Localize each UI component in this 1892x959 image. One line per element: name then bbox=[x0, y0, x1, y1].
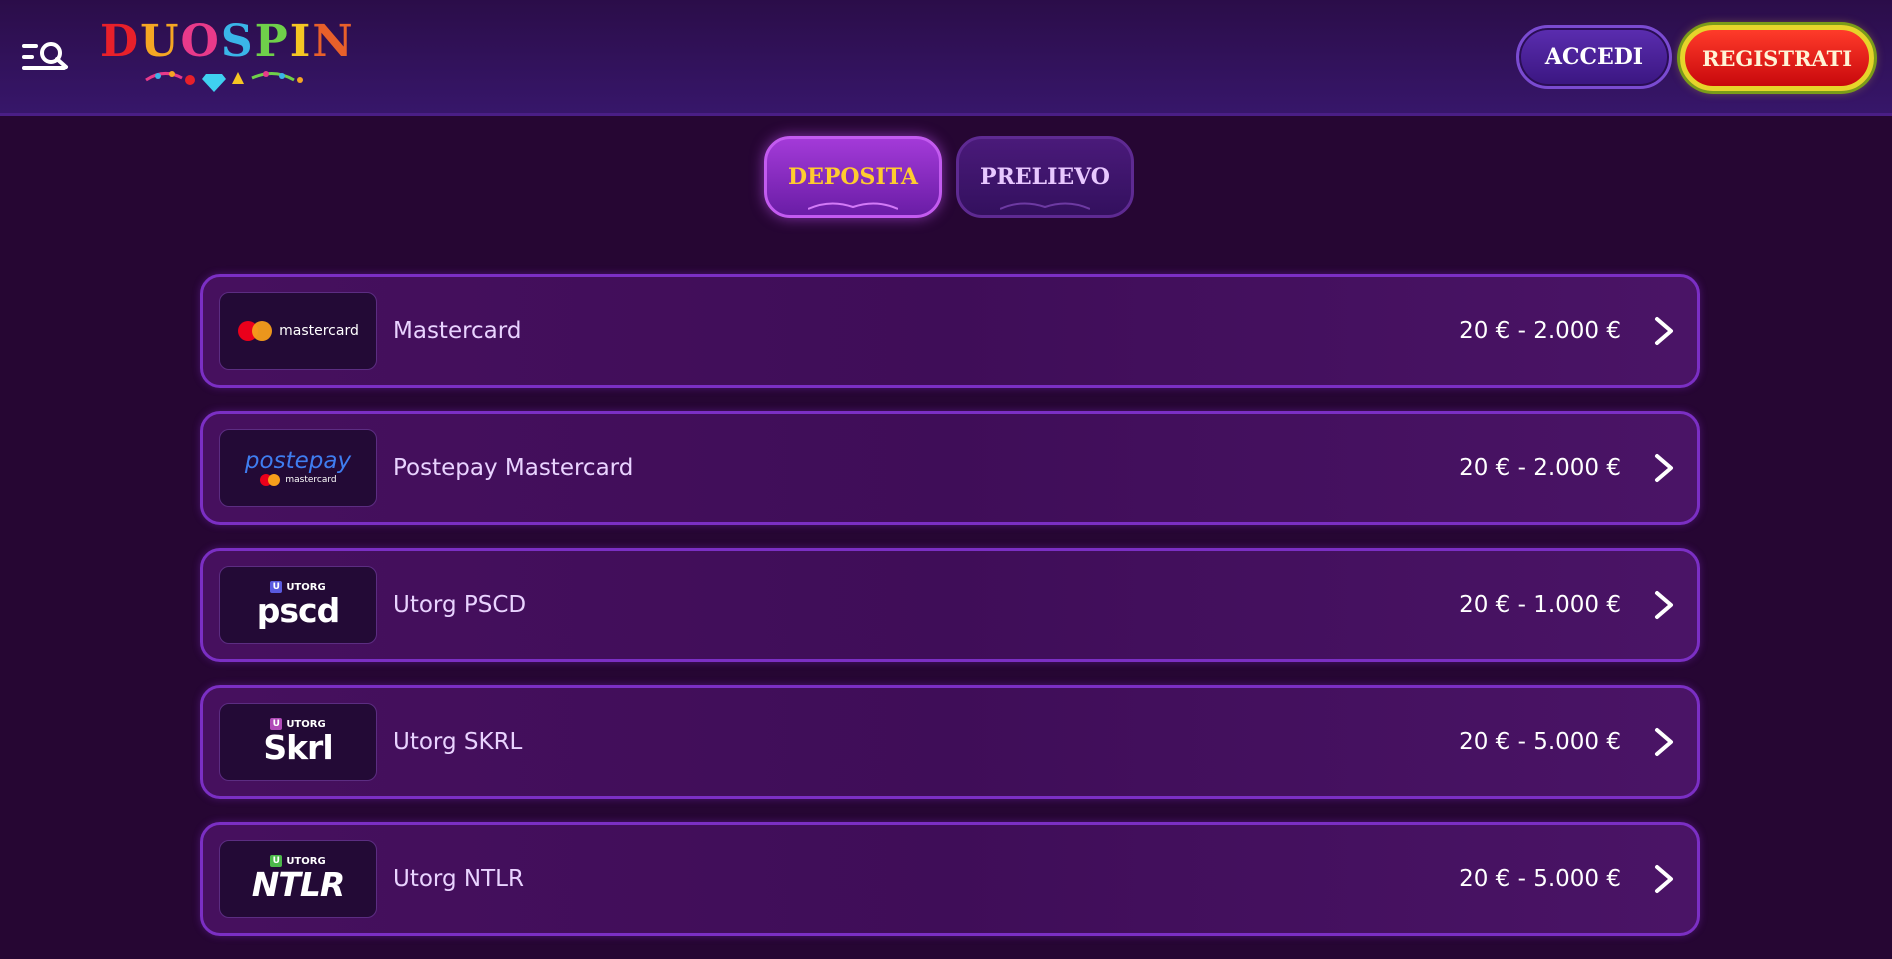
tab-deposita[interactable]: DEPOSITA bbox=[764, 136, 942, 218]
top-header: DUOSPIN ACCEDI REGISTRATI bbox=[0, 0, 1892, 116]
chevron-right-icon bbox=[1655, 317, 1673, 345]
method-range: 20 € - 2.000 € bbox=[1459, 455, 1621, 481]
logo-letter: S bbox=[220, 16, 255, 67]
mastercard-circles-icon bbox=[238, 321, 273, 341]
tab-ornament-icon bbox=[808, 202, 898, 210]
payment-method-utorg-skrl[interactable]: U UTORG Skrl Utorg SKRL 20 € - 5.000 € bbox=[200, 685, 1700, 799]
method-name: Mastercard bbox=[393, 318, 522, 344]
logo-letter: D bbox=[100, 16, 141, 67]
chevron-right-icon bbox=[1655, 591, 1673, 619]
logo-letter: O bbox=[180, 16, 221, 67]
postepay-logo-text: postepay bbox=[244, 448, 352, 474]
register-button[interactable]: REGISTRATI bbox=[1680, 25, 1874, 91]
method-range: 20 € - 5.000 € bbox=[1459, 729, 1621, 755]
postepay-logo: postepay mastercard bbox=[219, 429, 377, 507]
utorg-skrl-text: Skrl bbox=[263, 728, 333, 767]
logo-letter: P bbox=[254, 16, 290, 67]
payment-method-postepay[interactable]: postepay mastercard Postepay Mastercard … bbox=[200, 411, 1700, 525]
tab-deposita-label: DEPOSITA bbox=[788, 164, 918, 190]
utorg-ntlr-text: NTLR bbox=[251, 865, 346, 904]
tab-prelievo[interactable]: PRELIEVO bbox=[956, 136, 1134, 218]
menu-search-icon[interactable] bbox=[20, 38, 72, 80]
mastercard-logo-text: mastercard bbox=[279, 323, 359, 339]
logo-letter: I bbox=[289, 16, 313, 67]
login-button[interactable]: ACCEDI bbox=[1516, 25, 1672, 89]
method-range: 20 € - 1.000 € bbox=[1459, 592, 1621, 618]
logo-letter: U bbox=[140, 16, 181, 67]
logo-letter: N bbox=[312, 16, 355, 67]
mastercard-logo: mastercard bbox=[219, 292, 377, 370]
payment-method-utorg-ntlr[interactable]: U UTORG NTLR Utorg NTLR 20 € - 5.000 € bbox=[200, 822, 1700, 936]
payment-method-utorg-pscd[interactable]: U UTORG pscd Utorg PSCD 20 € - 1.000 € bbox=[200, 548, 1700, 662]
method-range: 20 € - 2.000 € bbox=[1459, 318, 1621, 344]
method-range: 20 € - 5.000 € bbox=[1459, 866, 1621, 892]
method-name: Utorg SKRL bbox=[393, 729, 523, 755]
utorg-pscd-logo: U UTORG pscd bbox=[219, 566, 377, 644]
payment-methods-list: mastercard Mastercard 20 € - 2.000 € pos… bbox=[200, 274, 1700, 959]
method-name: Utorg NTLR bbox=[393, 866, 524, 892]
utorg-ntlr-logo: U UTORG NTLR bbox=[219, 840, 377, 918]
utorg-skrl-logo: U UTORG Skrl bbox=[219, 703, 377, 781]
tab-ornament-icon bbox=[1000, 202, 1090, 210]
mastercard-circles-icon bbox=[260, 474, 281, 486]
tab-prelievo-label: PRELIEVO bbox=[980, 164, 1110, 190]
chevron-right-icon bbox=[1655, 728, 1673, 756]
payment-method-mastercard[interactable]: mastercard Mastercard 20 € - 2.000 € bbox=[200, 274, 1700, 388]
chevron-right-icon bbox=[1655, 865, 1673, 893]
method-name: Utorg PSCD bbox=[393, 592, 527, 618]
method-name: Postepay Mastercard bbox=[393, 455, 634, 481]
duospin-logo[interactable]: DUOSPIN bbox=[100, 16, 362, 96]
utorg-pscd-text: pscd bbox=[256, 591, 340, 630]
postepay-sub-text: mastercard bbox=[285, 475, 337, 485]
chevron-right-icon bbox=[1655, 454, 1673, 482]
logo-ornament-icon bbox=[145, 71, 303, 92]
logo-text: DUOSPIN bbox=[100, 16, 355, 68]
